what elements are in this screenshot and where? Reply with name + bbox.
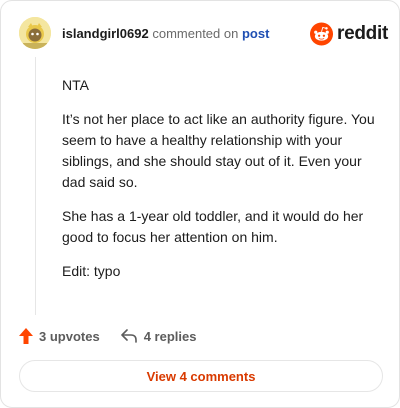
username-link[interactable]: islandgirl0692 (62, 26, 149, 41)
view-comments-button[interactable]: View 4 comments (19, 360, 383, 392)
reply-count: 4 replies (143, 328, 197, 344)
reddit-logo[interactable]: reddit (310, 20, 388, 48)
upvote-button[interactable]: 3 upvotes (19, 328, 100, 344)
comment-card: islandgirl0692 commented on post reddit … (0, 0, 400, 408)
upvote-arrow-icon (19, 328, 33, 344)
comment-paragraph: She has a 1-year old toddler, and it wou… (62, 208, 364, 245)
comment-paragraph: It’s not her place to act like an author… (62, 111, 375, 190)
commented-on-text: commented on (152, 26, 239, 41)
thread-line[interactable] (35, 57, 36, 315)
reply-button[interactable]: 4 replies (120, 328, 197, 344)
reply-arrow-icon (120, 329, 137, 343)
reddit-snoo-icon (310, 22, 334, 46)
brand-wordmark: reddit (337, 23, 388, 44)
comment-body: NTA It’s not her place to act like an au… (62, 75, 382, 295)
comment-paragraph: Edit: typo (62, 263, 121, 279)
upvote-count: 3 upvotes (39, 328, 100, 344)
comment-meta: islandgirl0692 commented on post (62, 26, 269, 41)
user-avatar[interactable] (19, 17, 51, 49)
post-link[interactable]: post (242, 26, 269, 41)
avatar-icon (19, 17, 51, 49)
comment-actions: 3 upvotes 4 replies (19, 327, 196, 345)
comment-paragraph: NTA (62, 77, 89, 93)
